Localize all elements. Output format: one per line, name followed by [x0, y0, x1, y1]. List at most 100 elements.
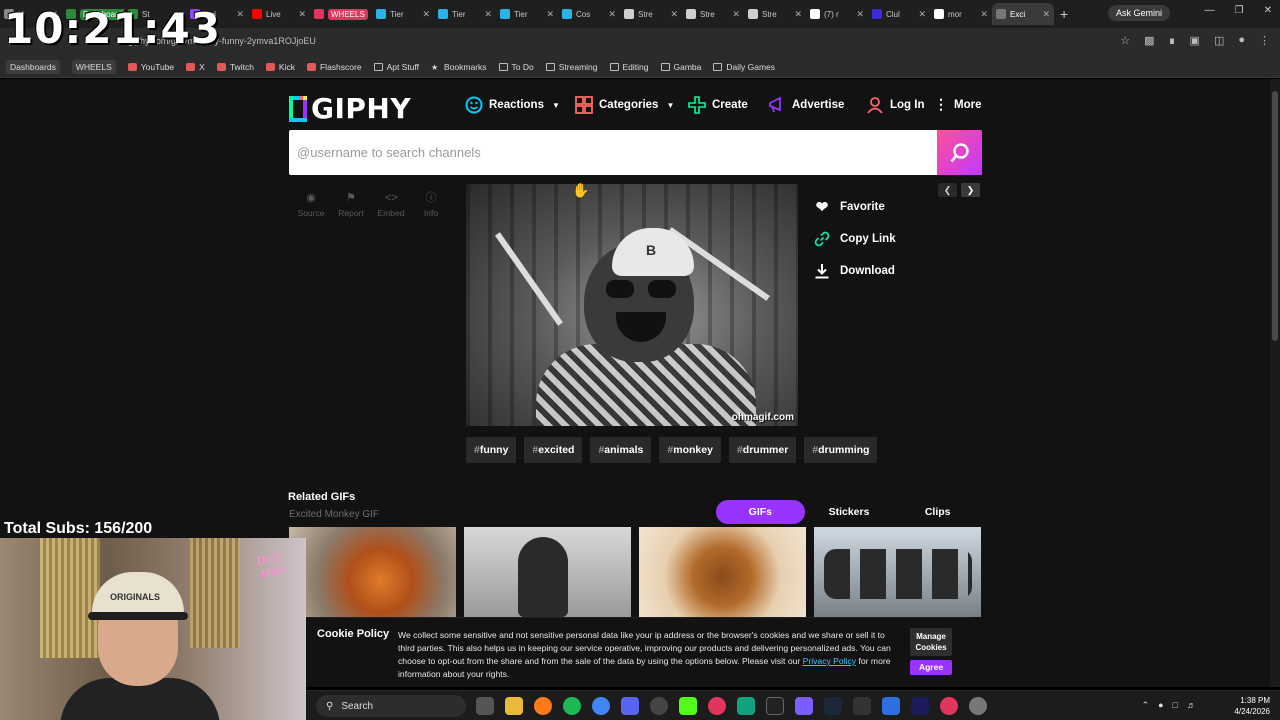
tag-chip[interactable]: #animals [590, 437, 652, 463]
embed-button[interactable]: <> Embed [378, 192, 405, 218]
info-button[interactable]: ⓘ Info [418, 192, 444, 218]
bookmark-item[interactable]: Twitch [216, 62, 254, 72]
bookmark-item[interactable]: ★ Bookmarks [431, 62, 487, 72]
bookmark-item[interactable]: WHEELS [71, 59, 116, 74]
puzzle-icon[interactable]: ▣ [1190, 34, 1200, 47]
source-button[interactable]: ◉ Source [298, 192, 325, 218]
nav-more[interactable]: ⋮ More [934, 96, 981, 113]
bookmark-item[interactable]: Apt Stuff [373, 62, 419, 72]
premiere-icon[interactable] [911, 697, 929, 715]
close-tab-icon[interactable]: ✕ [608, 9, 616, 20]
microphone-icon[interactable]: ● [1158, 700, 1163, 711]
profile-icon[interactable]: ● [1238, 34, 1245, 47]
taskbar-search[interactable]: ⚲ Search [316, 695, 466, 717]
close-tab-icon[interactable]: ✕ [546, 9, 554, 20]
firefox-icon[interactable] [534, 697, 552, 715]
app-icon[interactable] [882, 697, 900, 715]
kick-icon[interactable] [679, 697, 697, 715]
close-tab-icon[interactable]: ✕ [298, 9, 306, 20]
tag-chip[interactable]: #monkey [659, 437, 721, 463]
tag-chip[interactable]: #drummer [728, 437, 797, 463]
manage-cookies-button[interactable]: Manage Cookies [910, 628, 952, 656]
app-icon[interactable] [940, 697, 958, 715]
browser-tab[interactable]: Tier ✕ [434, 3, 496, 25]
ask-gemini-button[interactable]: Ask Gemini [1108, 5, 1171, 21]
taskbar-clock[interactable]: 1:38 PM 4/24/2026 [1234, 695, 1270, 717]
tab-clips[interactable]: Clips [893, 500, 982, 524]
gif-player[interactable]: B ohmagif.com [466, 184, 798, 426]
browser-tab[interactable]: WHEELS✕ [310, 3, 372, 25]
bookmark-item[interactable]: YouTube [127, 62, 174, 72]
nav-create[interactable]: Create [688, 96, 748, 114]
browser-tab[interactable]: Stre ✕ [620, 3, 682, 25]
epic-icon[interactable] [853, 697, 871, 715]
minimize-icon[interactable]: — [1205, 5, 1215, 16]
chrome-icon[interactable] [592, 697, 610, 715]
browser-tab[interactable]: Stre ✕ [744, 3, 806, 25]
bookmark-star-icon[interactable]: ☆ [1120, 34, 1130, 47]
scrollbar-thumb[interactable] [1272, 91, 1278, 341]
settings-icon[interactable] [969, 697, 987, 715]
search-button[interactable] [937, 130, 982, 175]
nav-reactions[interactable]: Reactions ▼ [465, 96, 560, 114]
browser-tab[interactable]: Tier ✕ [496, 3, 558, 25]
close-tab-icon[interactable]: ✕ [484, 9, 492, 20]
chevron-up-icon[interactable]: ⌃ [1142, 700, 1150, 711]
bookmark-item[interactable]: Dashboards [6, 59, 60, 74]
restore-icon[interactable]: ❐ [1235, 5, 1244, 16]
related-gif-thumbnail[interactable] [639, 527, 806, 617]
bookmark-item[interactable]: Kick [265, 62, 295, 72]
giphy-logo[interactable]: GIPHY [289, 92, 411, 125]
bookmark-item[interactable]: Editing [609, 62, 649, 72]
bookmark-item[interactable]: X [186, 62, 205, 72]
browser-tab[interactable]: Cos ✕ [558, 3, 620, 25]
tag-chip[interactable]: #funny [466, 437, 517, 463]
task-view-icon[interactable] [476, 697, 494, 715]
volume-icon[interactable]: ♬ [1187, 700, 1196, 711]
browser-tab[interactable]: mor ✕ [930, 3, 992, 25]
bookmark-item[interactable]: To Do [498, 62, 534, 72]
browser-tab[interactable]: Tier ✕ [372, 3, 434, 25]
tag-chip[interactable]: #excited [524, 437, 583, 463]
close-tab-icon[interactable]: ✕ [670, 9, 678, 20]
prev-gif-button[interactable]: ❮ [938, 183, 957, 197]
browser-tab[interactable]: Exci ✕ [992, 3, 1054, 25]
extension-icon[interactable]: ▩ [1144, 34, 1154, 47]
related-gif-thumbnail[interactable] [814, 527, 981, 617]
sidepanel-icon[interactable]: ◫ [1214, 34, 1224, 47]
bookmark-item[interactable]: Gamba [660, 62, 701, 72]
browser-tab[interactable]: Stre ✕ [682, 3, 744, 25]
browser-tab[interactable]: Live ✕ [248, 3, 310, 25]
close-tab-icon[interactable]: ✕ [422, 9, 430, 20]
app-grid-icon[interactable] [795, 697, 813, 715]
close-tab-icon[interactable]: ✕ [856, 9, 864, 20]
tag-chip[interactable]: #drumming [804, 437, 878, 463]
related-gif-thumbnail[interactable] [289, 527, 456, 617]
nav-login[interactable]: Log In [866, 96, 925, 114]
obs-icon[interactable] [650, 697, 668, 715]
browser-tab[interactable]: Clul ✕ [868, 3, 930, 25]
browser-tab[interactable]: (7) r ✕ [806, 3, 868, 25]
page-scrollbar[interactable] [1270, 79, 1280, 687]
discord-icon[interactable] [621, 697, 639, 715]
bookmark-item[interactable]: Streaming [545, 62, 598, 72]
capcut-icon[interactable] [766, 697, 784, 715]
spotify-icon[interactable] [563, 697, 581, 715]
file-explorer-icon[interactable] [505, 697, 523, 715]
close-window-icon[interactable]: ✕ [1264, 5, 1272, 16]
close-tab-icon[interactable]: ✕ [732, 9, 740, 20]
nav-categories[interactable]: Categories ▼ [575, 96, 674, 114]
close-tab-icon[interactable]: ✕ [1042, 9, 1050, 20]
related-gif-thumbnail[interactable] [464, 527, 631, 617]
app-icon[interactable] [708, 697, 726, 715]
copy-link-button[interactable]: Copy Link [814, 230, 896, 248]
download-button[interactable]: Download [814, 262, 896, 280]
close-tab-icon[interactable]: ✕ [918, 9, 926, 20]
steam-icon[interactable] [824, 697, 842, 715]
search-input[interactable] [297, 130, 927, 175]
tab-stickers[interactable]: Stickers [805, 500, 894, 524]
new-tab-button[interactable]: + [1060, 6, 1068, 22]
bookmark-item[interactable]: Daily Games [713, 62, 775, 72]
close-tab-icon[interactable]: ✕ [980, 9, 988, 20]
app-icon[interactable] [737, 697, 755, 715]
